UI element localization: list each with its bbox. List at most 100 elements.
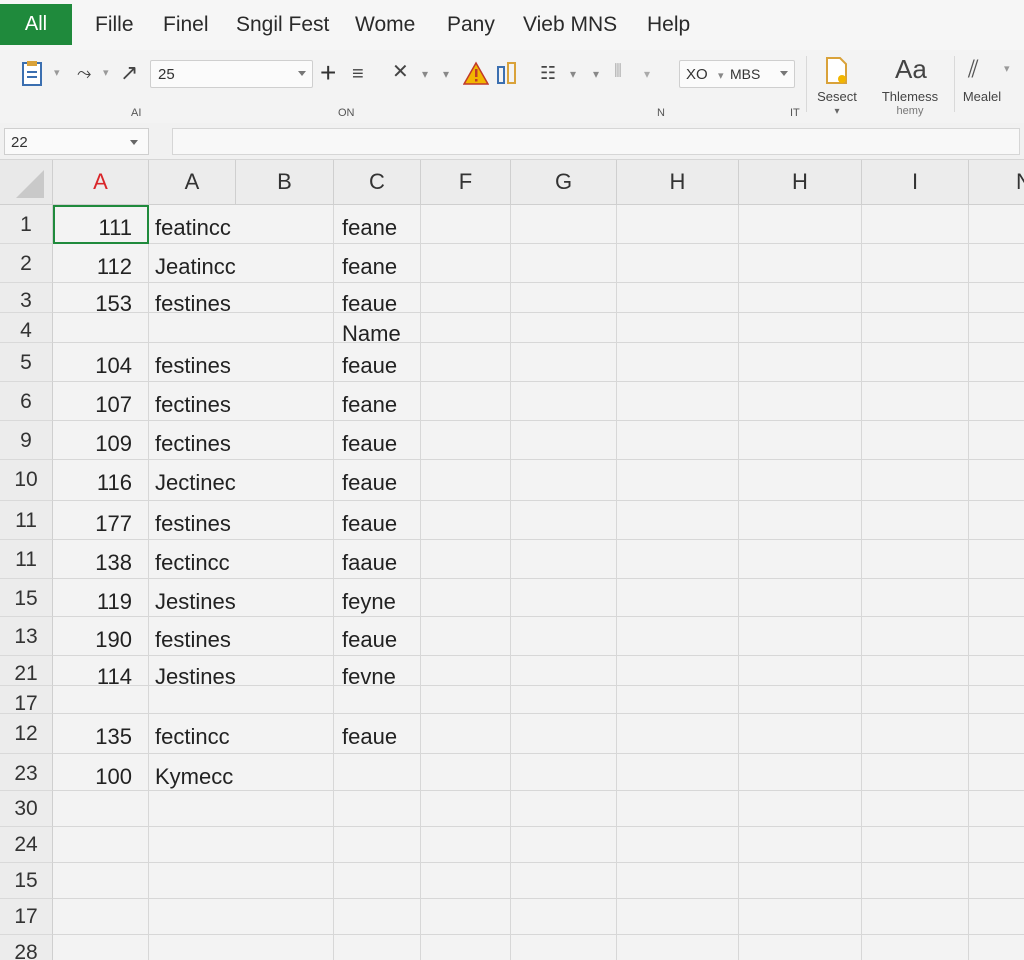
row-header[interactable]: 15 — [0, 863, 53, 899]
add-icon[interactable]: + — [320, 59, 336, 87]
cell[interactable] — [421, 460, 511, 501]
column-header[interactable]: A — [149, 160, 236, 205]
paste-dropdown-icon[interactable]: ▾ — [54, 68, 60, 79]
cell[interactable] — [969, 617, 1024, 656]
cell[interactable] — [862, 754, 969, 791]
menu-file[interactable]: Fille — [95, 13, 134, 37]
cell[interactable] — [511, 283, 617, 313]
column-header[interactable]: H — [617, 160, 739, 205]
cell[interactable] — [862, 460, 969, 501]
cell[interactable] — [511, 460, 617, 501]
cell[interactable] — [739, 460, 862, 501]
cell[interactable] — [969, 714, 1024, 754]
cell[interactable] — [617, 754, 739, 791]
cell[interactable] — [969, 754, 1024, 791]
cell[interactable] — [617, 863, 739, 899]
cell[interactable] — [739, 501, 862, 540]
cell-id[interactable]: 119 — [53, 579, 149, 617]
formula-input[interactable] — [172, 128, 1020, 155]
cell[interactable] — [511, 827, 617, 863]
cell[interactable] — [617, 935, 739, 960]
cell[interactable] — [739, 205, 862, 244]
cell[interactable] — [421, 313, 511, 343]
cell-feature[interactable] — [149, 791, 334, 827]
cell-feature[interactable]: fectincc — [149, 540, 334, 579]
cut-dropdown-icon[interactable]: ▾ — [422, 68, 428, 80]
cell-id[interactable] — [53, 313, 149, 343]
cell-id[interactable] — [53, 863, 149, 899]
cell[interactable] — [511, 656, 617, 686]
cell-name[interactable] — [334, 863, 421, 899]
cell[interactable] — [617, 313, 739, 343]
cell[interactable] — [421, 656, 511, 686]
cell[interactable] — [739, 244, 862, 283]
cell[interactable] — [862, 579, 969, 617]
cell-name[interactable]: Name — [334, 313, 421, 343]
cell[interactable] — [421, 421, 511, 460]
row-header[interactable]: 21 — [0, 656, 53, 686]
list-icon[interactable]: ☷ — [540, 64, 556, 82]
menu-finel[interactable]: Finel — [163, 13, 209, 37]
cell[interactable] — [739, 899, 862, 935]
cell[interactable] — [617, 579, 739, 617]
cell-feature[interactable]: fectincc — [149, 714, 334, 754]
themes-label[interactable]: Thlemess — [874, 90, 946, 103]
column-header[interactable]: N — [969, 160, 1024, 205]
cell-name[interactable] — [334, 686, 421, 714]
cell[interactable] — [511, 540, 617, 579]
cell-name[interactable]: feaue — [334, 714, 421, 754]
cell-id[interactable]: 116 — [53, 460, 149, 501]
cell[interactable] — [617, 714, 739, 754]
cell[interactable] — [969, 460, 1024, 501]
cell[interactable] — [862, 714, 969, 754]
row-header[interactable]: 23 — [0, 754, 53, 791]
cell-name[interactable]: faaue — [334, 540, 421, 579]
cell[interactable] — [511, 343, 617, 382]
model-icon[interactable]: ⫽ — [968, 58, 979, 82]
cell-id[interactable] — [53, 899, 149, 935]
cell[interactable] — [617, 244, 739, 283]
cell[interactable] — [617, 686, 739, 714]
cell[interactable] — [511, 244, 617, 283]
cell-id[interactable]: 109 — [53, 421, 149, 460]
cell-id[interactable] — [53, 791, 149, 827]
cell[interactable] — [617, 283, 739, 313]
select-label[interactable]: Sesect — [814, 90, 860, 103]
row-header[interactable]: 13 — [0, 617, 53, 656]
row-header[interactable]: 17 — [0, 899, 53, 935]
cell-name[interactable] — [334, 899, 421, 935]
cell[interactable] — [739, 617, 862, 656]
cell[interactable] — [421, 754, 511, 791]
cell[interactable] — [617, 827, 739, 863]
model-dropdown-icon[interactable]: ▾ — [1004, 64, 1010, 75]
cell-feature[interactable]: featincc — [149, 205, 334, 244]
cell-feature[interactable]: Jeatincc — [149, 244, 334, 283]
cell[interactable] — [862, 656, 969, 686]
column-header[interactable]: A — [53, 160, 149, 205]
column-header[interactable]: I — [862, 160, 969, 205]
cell[interactable] — [862, 617, 969, 656]
cell-id[interactable]: 138 — [53, 540, 149, 579]
cell[interactable] — [511, 579, 617, 617]
row-header[interactable]: 11 — [0, 540, 53, 579]
cell[interactable] — [421, 283, 511, 313]
cell-feature[interactable]: festines — [149, 343, 334, 382]
cell-id[interactable]: 114 — [53, 656, 149, 686]
cell-feature[interactable]: Kymecc — [149, 754, 334, 791]
cell-id[interactable]: 100 — [53, 754, 149, 791]
row-header[interactable]: 2 — [0, 244, 53, 283]
column-header[interactable]: F — [421, 160, 511, 205]
column-header[interactable]: B — [236, 160, 334, 205]
cell-feature[interactable]: festines — [149, 617, 334, 656]
row-header[interactable]: 6 — [0, 382, 53, 421]
cell[interactable] — [969, 501, 1024, 540]
cell[interactable] — [739, 313, 862, 343]
menu-pany[interactable]: Pany — [447, 13, 495, 37]
cell[interactable] — [617, 899, 739, 935]
chart-icon[interactable] — [496, 61, 518, 85]
cell[interactable] — [739, 863, 862, 899]
cell[interactable] — [969, 343, 1024, 382]
cell[interactable] — [617, 540, 739, 579]
columns-icon[interactable]: ⦀ — [614, 62, 622, 80]
cell[interactable] — [421, 827, 511, 863]
